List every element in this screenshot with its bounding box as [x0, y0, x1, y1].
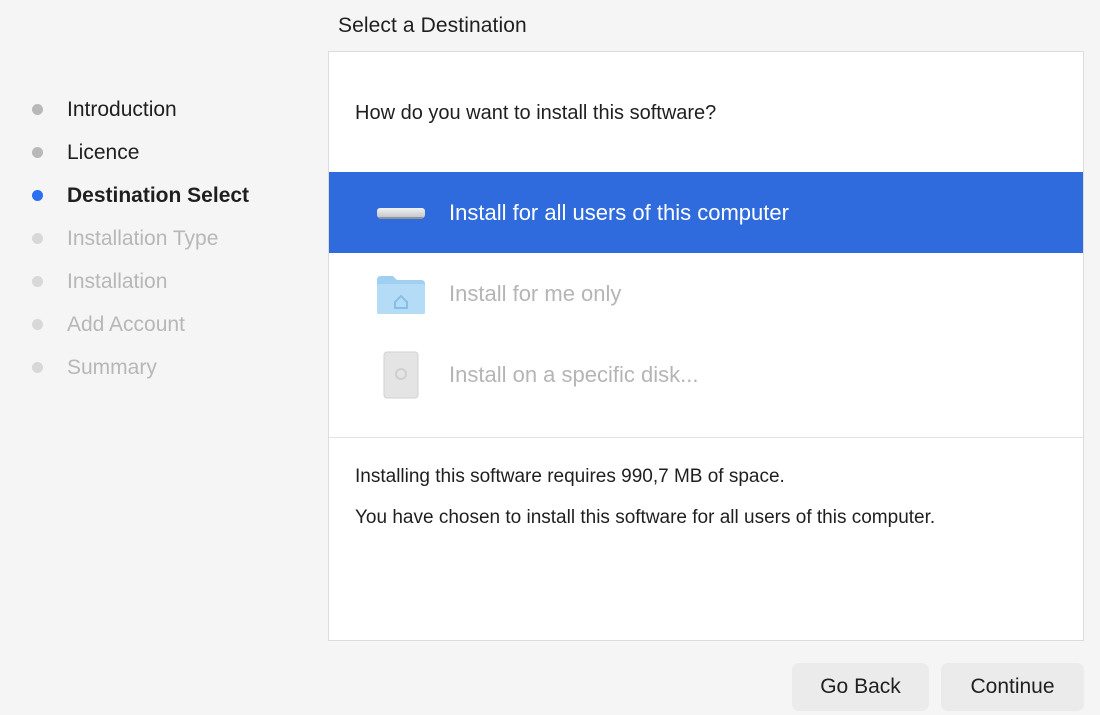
- step-label: Licence: [67, 140, 140, 164]
- computer-icon: [375, 187, 427, 239]
- option-specific-disk[interactable]: Install on a specific disk...: [329, 334, 1083, 415]
- step-dot-icon: [32, 104, 43, 115]
- divider: [329, 437, 1083, 438]
- go-back-button[interactable]: Go Back: [792, 663, 929, 711]
- step-label: Installation Type: [67, 226, 219, 250]
- step-installation-type: Installation Type: [32, 217, 249, 260]
- step-label: Add Account: [67, 312, 185, 336]
- step-label: Destination Select: [67, 183, 250, 207]
- option-all-users[interactable]: Install for all users of this computer: [329, 172, 1083, 253]
- disk-icon: [375, 349, 427, 401]
- step-dot-icon: [32, 190, 43, 201]
- space-required-text: Installing this software requires 990,7 …: [355, 466, 785, 487]
- step-dot-icon: [32, 276, 43, 287]
- step-introduction: Introduction: [32, 88, 249, 131]
- step-summary: Summary: [32, 346, 249, 389]
- install-info: Installing this software requires 990,7 …: [355, 464, 995, 530]
- option-label: Install for all users of this computer: [449, 199, 789, 225]
- option-label: Install on a specific disk...: [449, 361, 699, 387]
- step-destination-select: Destination Select: [32, 174, 249, 217]
- home-folder-icon: [375, 268, 427, 320]
- step-label: Installation: [67, 269, 168, 293]
- continue-button[interactable]: Continue: [941, 663, 1084, 711]
- option-label: Install for me only: [449, 280, 622, 306]
- step-dot-icon: [32, 147, 43, 158]
- pane-title: Select a Destination: [338, 14, 527, 37]
- step-dot-icon: [32, 233, 43, 244]
- install-question: How do you want to install this software…: [355, 102, 717, 124]
- step-dot-icon: [32, 362, 43, 373]
- install-options-list: Install for all users of this computer I…: [329, 172, 1083, 415]
- installer-steps: Introduction Licence Destination Select …: [32, 88, 249, 389]
- step-licence: Licence: [32, 131, 249, 174]
- step-label: Introduction: [67, 97, 177, 121]
- option-me-only[interactable]: Install for me only: [329, 253, 1083, 334]
- step-label: Summary: [67, 355, 157, 379]
- step-dot-icon: [32, 319, 43, 330]
- step-installation: Installation: [32, 260, 249, 303]
- step-add-account: Add Account: [32, 303, 249, 346]
- destination-panel: How do you want to install this software…: [328, 51, 1084, 641]
- choice-summary-text: You have chosen to install this software…: [355, 507, 936, 528]
